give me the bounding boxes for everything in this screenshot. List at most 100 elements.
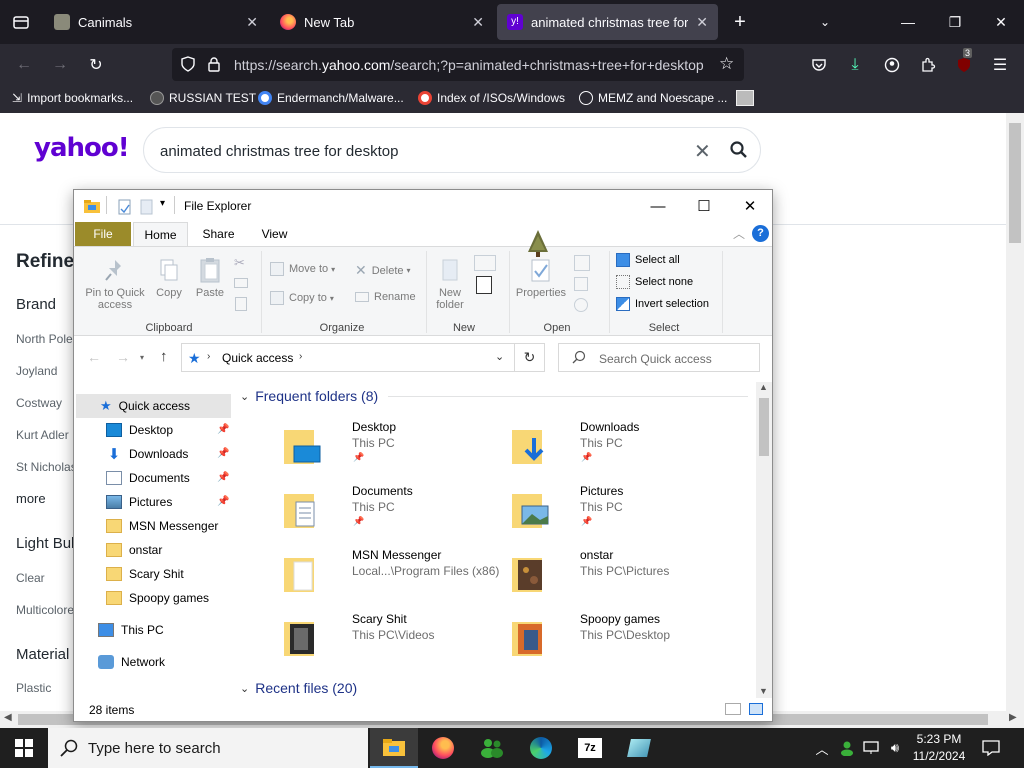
- restore-button[interactable]: ❐: [932, 0, 978, 44]
- tab-home[interactable]: Home: [133, 222, 188, 246]
- folder-tile-scary-shit[interactable]: Scary Shit This PC\Videos: [270, 612, 490, 668]
- nav-network[interactable]: Network: [98, 650, 165, 674]
- cut-icon[interactable]: ✂: [234, 255, 245, 271]
- new-tab-button[interactable]: +: [727, 9, 753, 35]
- copy-button[interactable]: Copy: [152, 258, 186, 299]
- folder-tile-onstar[interactable]: onstar This PC\Pictures: [498, 548, 718, 604]
- scroll-thumb[interactable]: [759, 398, 769, 456]
- delete-button[interactable]: ✕ Delete ▾: [355, 262, 411, 279]
- close-tab-icon[interactable]: ✕: [696, 14, 708, 31]
- address-dropdown-icon[interactable]: ⌄: [495, 350, 504, 363]
- taskbar-7zip[interactable]: 7z: [566, 728, 614, 768]
- lock-icon[interactable]: [207, 56, 221, 75]
- invert-selection-button[interactable]: Invert selection: [616, 297, 709, 311]
- history-icon[interactable]: [574, 298, 588, 312]
- nav-downloads[interactable]: ⬇ Downloads: [106, 442, 189, 466]
- scroll-up-icon[interactable]: ▲: [759, 382, 768, 392]
- tab-file[interactable]: File: [75, 222, 131, 246]
- material-option[interactable]: Plastic: [16, 681, 51, 695]
- close-tab-icon[interactable]: ✕: [246, 14, 258, 31]
- new-item-icon[interactable]: [474, 255, 496, 271]
- explorer-minimize-button[interactable]: —: [635, 190, 681, 222]
- paste-button[interactable]: Paste: [192, 256, 228, 299]
- rename-button[interactable]: Rename: [355, 291, 416, 303]
- scroll-right-icon[interactable]: ▶: [1009, 712, 1017, 723]
- search-input[interactable]: animated christmas tree for desktop: [160, 143, 398, 160]
- forward-arrow-icon[interactable]: →: [116, 349, 130, 365]
- url-bar[interactable]: https://search.yahoo.com/search;?p=anima…: [172, 48, 744, 81]
- back-arrow-icon[interactable]: ←: [87, 349, 101, 365]
- ublock-icon[interactable]: 3: [951, 48, 977, 78]
- folder-tile-spoopy-games[interactable]: Spoopy games This PC\Desktop: [498, 612, 718, 668]
- content-scrollbar[interactable]: ▲ ▼: [756, 382, 772, 698]
- paste-shortcut-icon[interactable]: [235, 297, 247, 311]
- taskbar-app[interactable]: [615, 728, 663, 768]
- explorer-search-input[interactable]: Search Quick access: [599, 352, 712, 366]
- brand-option[interactable]: Costway: [16, 396, 62, 410]
- explorer-app-icon[interactable]: [83, 198, 101, 217]
- folder-tile-pictures[interactable]: Pictures This PC 📌: [498, 484, 718, 540]
- network-tray-icon[interactable]: [860, 728, 882, 768]
- bookmark-item[interactable]: Endermanch/Malware...: [258, 91, 404, 105]
- tray-buddy-icon[interactable]: [836, 728, 858, 768]
- nav-spoopy-games[interactable]: Spoopy games: [106, 586, 209, 610]
- account-icon[interactable]: [879, 52, 905, 78]
- refresh-button[interactable]: ↻: [515, 343, 545, 372]
- address-bar[interactable]: ★ › Quick access › ⌄: [181, 343, 515, 372]
- clock[interactable]: 5:23 PM 11/2/2024: [908, 731, 970, 765]
- nav-documents[interactable]: Documents: [106, 466, 190, 490]
- copy-to-button[interactable]: Copy to ▾: [270, 291, 334, 305]
- brand-option[interactable]: North Pole: [16, 332, 73, 346]
- bookmark-item[interactable]: ⇲ Import bookmarks...: [12, 91, 133, 105]
- taskbar-firefox[interactable]: [419, 728, 467, 768]
- frequent-folders-header[interactable]: ⌄ Frequent folders (8): [240, 388, 749, 404]
- more-brands-link[interactable]: more: [16, 491, 46, 506]
- copy-path-icon[interactable]: [234, 278, 248, 288]
- folder-tile-downloads[interactable]: Downloads This PC 📌: [498, 420, 718, 476]
- scroll-left-icon[interactable]: ◀: [4, 712, 12, 723]
- breadcrumb-quick-access[interactable]: Quick access: [222, 351, 293, 365]
- show-hidden-icons-icon[interactable]: ︿: [810, 728, 834, 768]
- nav-scary-shit[interactable]: Scary Shit: [106, 562, 184, 586]
- scroll-down-icon[interactable]: ▼: [759, 686, 768, 696]
- browser-tab-1[interactable]: Canimals ✕: [44, 4, 268, 40]
- up-arrow-icon[interactable]: ↑: [160, 348, 168, 365]
- recent-files-header[interactable]: ⌄ Recent files (20): [240, 680, 357, 696]
- clear-search-icon[interactable]: ✕: [694, 139, 711, 164]
- nav-desktop[interactable]: Desktop: [106, 418, 173, 442]
- nav-msn-messenger[interactable]: MSN Messenger: [106, 514, 218, 538]
- folder-tile-documents[interactable]: Documents This PC 📌: [270, 484, 490, 540]
- nav-onstar[interactable]: onstar: [106, 538, 162, 562]
- yahoo-logo[interactable]: yahoo!: [34, 133, 130, 163]
- volume-icon[interactable]: 🔊︎: [884, 728, 906, 768]
- back-button[interactable]: ←: [11, 52, 37, 78]
- start-button[interactable]: [0, 728, 48, 768]
- new-folder-button[interactable]: New folder: [430, 256, 470, 311]
- close-window-button[interactable]: ✕: [978, 0, 1024, 44]
- bookmark-item[interactable]: RUSSIAN TEST: [150, 91, 256, 105]
- explorer-title-bar[interactable]: ▾ File Explorer — ☐ ✕: [74, 190, 772, 222]
- edit-icon[interactable]: [574, 277, 588, 291]
- bookmark-star-icon[interactable]: ☆: [719, 54, 734, 74]
- page-scrollbar-vertical[interactable]: [1006, 113, 1024, 711]
- explorer-close-button[interactable]: ✕: [727, 190, 773, 222]
- details-view-icon[interactable]: [725, 703, 741, 715]
- nav-pictures[interactable]: Pictures: [106, 490, 172, 514]
- search-box[interactable]: animated christmas tree for desktop ✕: [143, 127, 761, 173]
- scroll-thumb[interactable]: [1009, 123, 1021, 243]
- easy-access-icon[interactable]: [476, 276, 492, 294]
- collapse-ribbon-icon[interactable]: ︿: [733, 225, 745, 242]
- taskbar-edge[interactable]: [517, 728, 565, 768]
- light-bulb-option[interactable]: Clear: [16, 571, 45, 585]
- browser-tab-3[interactable]: y! animated christmas tree for desk ✕: [497, 4, 718, 40]
- brand-option[interactable]: Kurt Adler: [16, 428, 69, 442]
- select-all-button[interactable]: Select all: [616, 253, 680, 267]
- brand-option[interactable]: St Nicholas: [16, 460, 77, 474]
- folder-tile-desktop[interactable]: Desktop This PC 📌: [270, 420, 490, 476]
- taskbar-search[interactable]: Type here to search: [48, 728, 368, 768]
- properties-quick-icon[interactable]: [118, 199, 132, 218]
- light-bulb-option[interactable]: Multicolored: [16, 603, 81, 617]
- tab-share[interactable]: Share: [191, 222, 246, 246]
- reload-button[interactable]: ↻: [83, 52, 109, 78]
- breadcrumb-chevron-icon[interactable]: ›: [299, 351, 302, 362]
